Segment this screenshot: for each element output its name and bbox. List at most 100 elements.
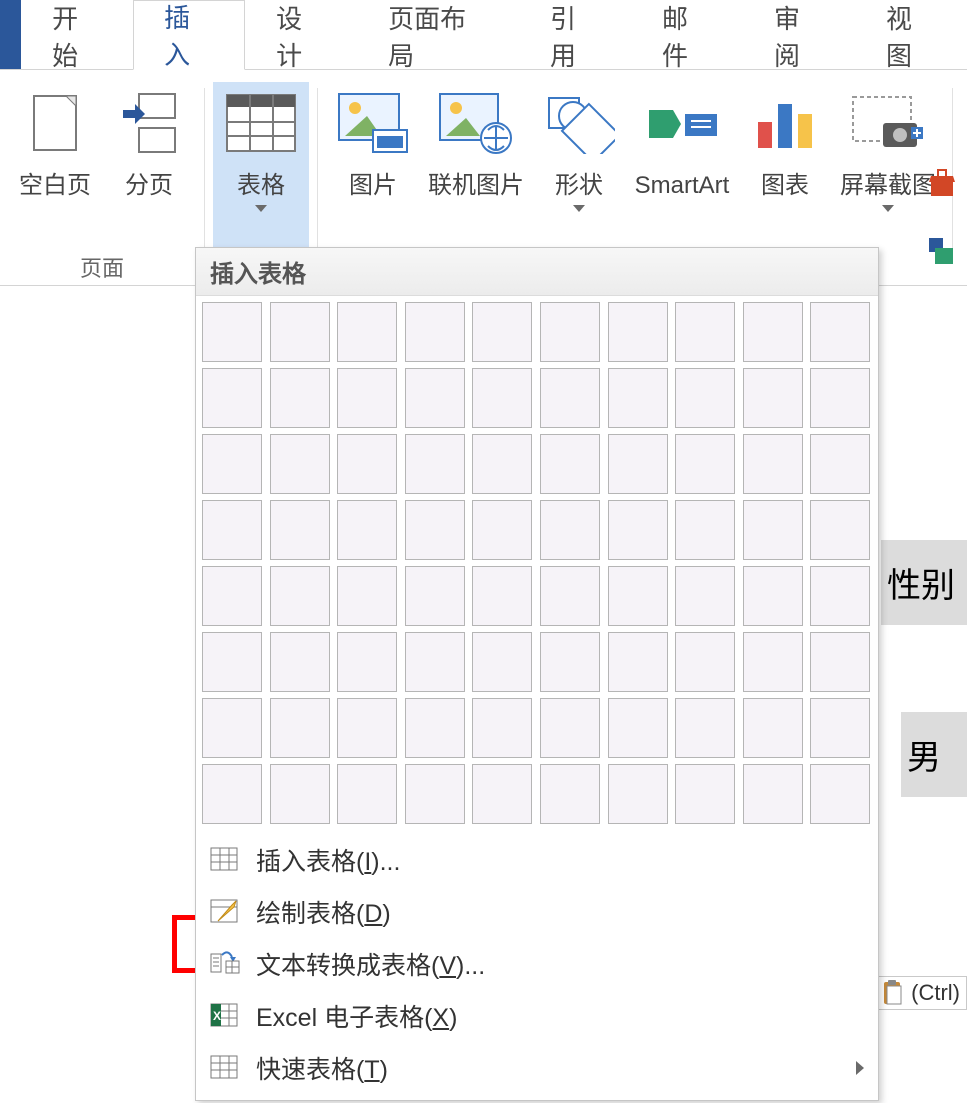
cmd-online-picture[interactable]: 联机图片 — [420, 82, 532, 251]
tab-layout[interactable]: 页面布局 — [357, 0, 519, 70]
grid-cell[interactable] — [675, 632, 735, 692]
grid-cell[interactable] — [405, 632, 465, 692]
grid-cell[interactable] — [270, 566, 330, 626]
grid-cell[interactable] — [675, 500, 735, 560]
grid-cell[interactable] — [405, 566, 465, 626]
grid-cell[interactable] — [202, 302, 262, 362]
grid-cell[interactable] — [540, 368, 600, 428]
grid-cell[interactable] — [337, 764, 397, 824]
grid-cell[interactable] — [472, 500, 532, 560]
grid-cell[interactable] — [810, 566, 870, 626]
grid-cell[interactable] — [202, 500, 262, 560]
menu-quick-table[interactable]: 快速表格(T) — [196, 1042, 878, 1094]
grid-cell[interactable] — [608, 368, 668, 428]
grid-cell[interactable] — [337, 500, 397, 560]
grid-cell[interactable] — [540, 500, 600, 560]
grid-cell[interactable] — [270, 764, 330, 824]
menu-text-to-table[interactable]: 文本转换成表格(V)... — [196, 938, 878, 990]
store-icon[interactable] — [925, 166, 959, 200]
grid-cell[interactable] — [540, 566, 600, 626]
grid-cell[interactable] — [405, 764, 465, 824]
cmd-smartart[interactable]: SmartArt — [626, 82, 738, 251]
grid-cell[interactable] — [337, 368, 397, 428]
grid-cell[interactable] — [743, 500, 803, 560]
grid-cell[interactable] — [405, 368, 465, 428]
grid-cell[interactable] — [472, 434, 532, 494]
grid-cell[interactable] — [270, 368, 330, 428]
grid-cell[interactable] — [472, 368, 532, 428]
file-tab[interactable] — [0, 0, 21, 70]
grid-cell[interactable] — [810, 434, 870, 494]
grid-cell[interactable] — [472, 566, 532, 626]
grid-cell[interactable] — [810, 302, 870, 362]
grid-cell[interactable] — [202, 698, 262, 758]
menu-excel-spreadsheet[interactable]: X Excel 电子表格(X) — [196, 990, 878, 1042]
grid-cell[interactable] — [472, 302, 532, 362]
grid-cell[interactable] — [810, 500, 870, 560]
grid-cell[interactable] — [270, 500, 330, 560]
grid-cell[interactable] — [743, 434, 803, 494]
my-addins-icon[interactable] — [925, 234, 959, 268]
tab-design[interactable]: 设计 — [245, 0, 357, 70]
grid-cell[interactable] — [472, 698, 532, 758]
grid-cell[interactable] — [608, 698, 668, 758]
grid-cell[interactable] — [810, 764, 870, 824]
menu-insert-table[interactable]: 插入表格(I)... — [196, 834, 878, 886]
tab-home[interactable]: 开始 — [21, 0, 133, 70]
cmd-chart[interactable]: 图表 — [738, 82, 832, 251]
grid-cell[interactable] — [608, 632, 668, 692]
grid-cell[interactable] — [540, 302, 600, 362]
tab-insert[interactable]: 插入 — [133, 0, 245, 70]
grid-cell[interactable] — [743, 632, 803, 692]
grid-cell[interactable] — [675, 302, 735, 362]
grid-cell[interactable] — [810, 632, 870, 692]
grid-cell[interactable] — [405, 698, 465, 758]
tab-references[interactable]: 引用 — [519, 0, 631, 70]
grid-cell[interactable] — [743, 764, 803, 824]
grid-cell[interactable] — [405, 500, 465, 560]
grid-cell[interactable] — [202, 434, 262, 494]
cmd-table[interactable]: 表格 — [213, 82, 309, 251]
tab-review[interactable]: 审阅 — [743, 0, 855, 70]
grid-cell[interactable] — [675, 368, 735, 428]
grid-cell[interactable] — [540, 698, 600, 758]
grid-cell[interactable] — [540, 632, 600, 692]
grid-cell[interactable] — [608, 566, 668, 626]
grid-cell[interactable] — [743, 302, 803, 362]
grid-cell[interactable] — [472, 632, 532, 692]
grid-cell[interactable] — [270, 698, 330, 758]
grid-cell[interactable] — [337, 434, 397, 494]
grid-cell[interactable] — [608, 500, 668, 560]
grid-cell[interactable] — [202, 764, 262, 824]
grid-cell[interactable] — [472, 764, 532, 824]
grid-cell[interactable] — [608, 434, 668, 494]
grid-cell[interactable] — [743, 368, 803, 428]
grid-cell[interactable] — [743, 698, 803, 758]
grid-cell[interactable] — [337, 632, 397, 692]
grid-cell[interactable] — [540, 764, 600, 824]
grid-cell[interactable] — [675, 434, 735, 494]
grid-cell[interactable] — [337, 698, 397, 758]
grid-cell[interactable] — [337, 302, 397, 362]
menu-draw-table[interactable]: 绘制表格(D) — [196, 886, 878, 938]
grid-cell[interactable] — [202, 368, 262, 428]
cmd-shapes[interactable]: 形状 — [532, 82, 626, 251]
grid-cell[interactable] — [202, 566, 262, 626]
grid-cell[interactable] — [270, 632, 330, 692]
grid-cell[interactable] — [675, 566, 735, 626]
table-size-grid[interactable] — [196, 296, 878, 830]
grid-cell[interactable] — [743, 566, 803, 626]
grid-cell[interactable] — [675, 698, 735, 758]
grid-cell[interactable] — [540, 434, 600, 494]
tab-mailings[interactable]: 邮件 — [631, 0, 743, 70]
grid-cell[interactable] — [337, 566, 397, 626]
cmd-page-break[interactable]: 分页 — [102, 82, 196, 245]
tab-view[interactable]: 视图 — [855, 0, 967, 70]
grid-cell[interactable] — [675, 764, 735, 824]
grid-cell[interactable] — [270, 434, 330, 494]
cmd-picture[interactable]: 图片 — [326, 82, 420, 251]
paste-options-button[interactable]: (Ctrl) — [872, 976, 967, 1010]
grid-cell[interactable] — [810, 698, 870, 758]
grid-cell[interactable] — [405, 302, 465, 362]
grid-cell[interactable] — [608, 302, 668, 362]
